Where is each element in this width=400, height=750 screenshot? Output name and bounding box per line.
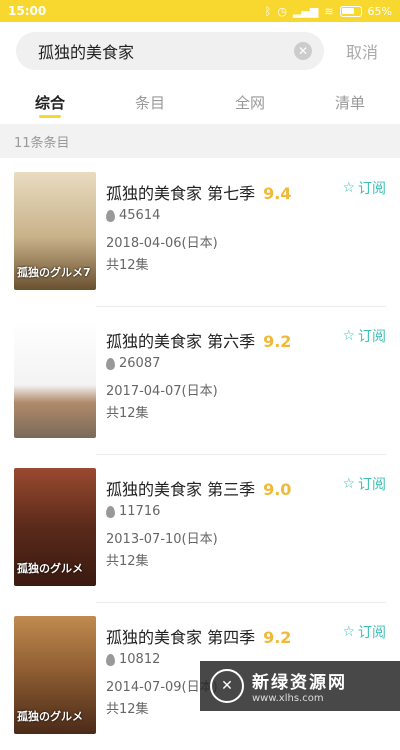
hot-value: 26087 [119,356,161,371]
item-title[interactable]: 孤独的美食家 第六季 [106,328,255,352]
poster-image[interactable]: 孤独のグルメ [14,616,96,734]
bluetooth-icon: ᛒ [264,4,272,18]
release-date: 2018-04-06(日本) [106,236,218,251]
item-info: 孤独的美食家 第六季 9.2 ☆ 订阅 26087 2017-04-07(日本) … [106,320,386,454]
episode-count: 共12集 [106,406,149,421]
alarm-icon: ◷ [277,4,287,18]
subscribe-label: 订阅 [358,477,386,493]
poster-image[interactable]: 孤独のグルメ7 [14,172,96,290]
cancel-button[interactable]: 取消 [346,39,378,63]
list-item[interactable]: 孤独のグルメ 孤独的美食家 第三季 9.0 ☆ 订阅 11716 2013-07-… [0,454,400,602]
list-item[interactable]: 孤独のグルメ7 孤独的美食家 第七季 9.4 ☆ 订阅 45614 2018-04… [0,158,400,306]
tab-entries[interactable]: 条目 [100,80,200,124]
flame-icon [106,653,115,666]
release-date: 2017-04-07(日本) [106,384,218,399]
star-icon: ☆ [342,328,355,344]
poster-title: 孤独のグルメ7 [17,266,91,279]
hot-value: 10812 [119,652,161,667]
search-box[interactable]: ✕ [16,32,324,70]
tab-lists[interactable]: 清单 [300,80,400,124]
poster-title: 孤独のグルメ [17,562,83,575]
item-title[interactable]: 孤独的美食家 第三季 [106,476,255,500]
star-icon: ☆ [342,476,355,492]
subscribe-label: 订阅 [358,329,386,345]
item-info: 孤独的美食家 第三季 9.0 ☆ 订阅 11716 2013-07-10(日本) … [106,468,386,602]
tab-bar: 综合 条目 全网 清单 [0,80,400,124]
close-icon[interactable]: ✕ [294,42,312,60]
flame-icon [106,505,115,518]
poster-title: 孤独のグルメ [17,710,83,723]
item-info: 孤独的美食家 第七季 9.4 ☆ 订阅 45614 2018-04-06(日本) … [106,172,386,306]
watermark-logo-icon: ✕ [210,669,244,703]
hot-value: 11716 [119,504,161,519]
search-row: ✕ 取消 [0,22,400,80]
list-item[interactable]: 孤独的美食家 第六季 9.2 ☆ 订阅 26087 2017-04-07(日本) … [0,306,400,454]
item-title[interactable]: 孤独的美食家 第四季 [106,624,255,648]
flame-icon [106,357,115,370]
subscribe-button[interactable]: ☆ 订阅 [342,474,386,494]
wifi-icon: ≋ [324,4,334,18]
status-time: 15:00 [8,4,47,18]
subscribe-button[interactable]: ☆ 订阅 [342,622,386,642]
item-title[interactable]: 孤独的美食家 第七季 [106,180,255,204]
status-icons: ᛒ ◷ ▂▄▆ ≋ 65% [265,5,392,18]
watermark-url: www.xlhs.com [252,693,324,704]
battery-percent: 65% [367,4,392,18]
subscribe-label: 订阅 [358,625,386,641]
status-bar: 15:00 ᛒ ◷ ▂▄▆ ≋ 65% [0,0,400,22]
hot-count: 26087 [106,356,386,371]
signal-icon: ▂▄▆ [292,4,319,18]
subscribe-label: 订阅 [358,181,386,197]
item-score: 9.2 [263,628,292,647]
flame-icon [106,209,115,222]
watermark-name: 新绿资源网 [252,673,347,693]
hot-count: 11716 [106,504,386,519]
star-icon: ☆ [342,180,355,196]
watermark-text: 新绿资源网 www.xlhs.com [252,668,347,704]
star-icon: ☆ [342,624,355,640]
item-score: 9.4 [263,184,292,203]
release-date: 2013-07-10(日本) [106,532,218,547]
search-input[interactable] [38,41,294,61]
watermark: ✕ 新绿资源网 www.xlhs.com [200,661,400,711]
episode-count: 共12集 [106,258,149,273]
episode-count: 共12集 [106,554,149,569]
hot-value: 45614 [119,208,161,223]
subscribe-button[interactable]: ☆ 订阅 [342,178,386,198]
battery-icon [339,5,362,17]
tab-whole-web[interactable]: 全网 [200,80,300,124]
result-count: 11条条目 [0,124,400,158]
hot-count: 45614 [106,208,386,223]
subscribe-button[interactable]: ☆ 订阅 [342,326,386,346]
item-score: 9.2 [263,332,292,351]
poster-image[interactable] [14,320,96,438]
item-score: 9.0 [263,480,292,499]
poster-image[interactable]: 孤独のグルメ [14,468,96,586]
tab-comprehensive[interactable]: 综合 [0,80,100,124]
